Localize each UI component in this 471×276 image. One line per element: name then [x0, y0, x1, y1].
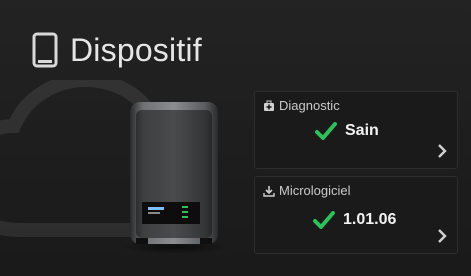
- firmware-version: 1.01.06: [343, 211, 397, 228]
- page-header: Dispositif: [8, 8, 463, 92]
- page-title: Dispositif: [70, 31, 202, 68]
- diagnostic-status: Sain: [315, 122, 379, 140]
- diagnostic-label: Diagnostic: [279, 98, 340, 113]
- firmware-header: Micrologiciel: [263, 183, 351, 198]
- health-icon: [264, 100, 274, 111]
- download-icon: [263, 185, 275, 197]
- diagnostic-card[interactable]: Diagnostic Sain: [254, 91, 458, 169]
- firmware-card[interactable]: Micrologiciel 1.01.06: [254, 176, 458, 254]
- check-icon: [313, 211, 335, 229]
- device-panel: Dispositif Diagnostic Sain Micrologiciel…: [0, 0, 471, 276]
- chevron-right-icon[interactable]: [437, 144, 447, 158]
- diagnostic-status-text: Sain: [345, 122, 379, 139]
- diagnostic-header: Diagnostic: [263, 98, 340, 113]
- chevron-right-icon[interactable]: [437, 229, 447, 243]
- check-icon: [315, 122, 337, 140]
- firmware-label: Micrologiciel: [279, 183, 351, 198]
- nas-device-image: [130, 102, 218, 244]
- firmware-status: 1.01.06: [313, 211, 396, 229]
- device-icon: [32, 32, 58, 68]
